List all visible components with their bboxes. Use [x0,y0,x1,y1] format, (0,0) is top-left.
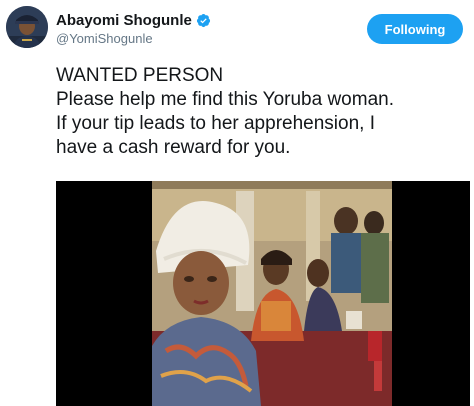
tweet-line: WANTED PERSON [56,65,224,86]
user-avatar[interactable] [6,6,48,48]
tweet-line: If your tip leads to her apprehension, I [56,113,375,134]
video-frame [56,181,470,406]
video-thumbnail[interactable] [56,181,470,406]
verified-badge-icon [196,13,211,28]
following-button[interactable]: Following [367,14,463,44]
tweet-header: Abayomi Shogunle @YomiShogunle Following [0,0,474,60]
tweet-line: have a cash reward for you. [56,137,291,158]
name-line: Abayomi Shogunle [56,12,211,29]
tweet-line: Please help me find this Yoruba woman. [56,89,394,110]
display-name[interactable]: Abayomi Shogunle [56,12,192,29]
user-handle[interactable]: @YomiShogunle [56,31,153,46]
tweet-text: WANTED PERSON Please help me find this Y… [56,64,470,160]
